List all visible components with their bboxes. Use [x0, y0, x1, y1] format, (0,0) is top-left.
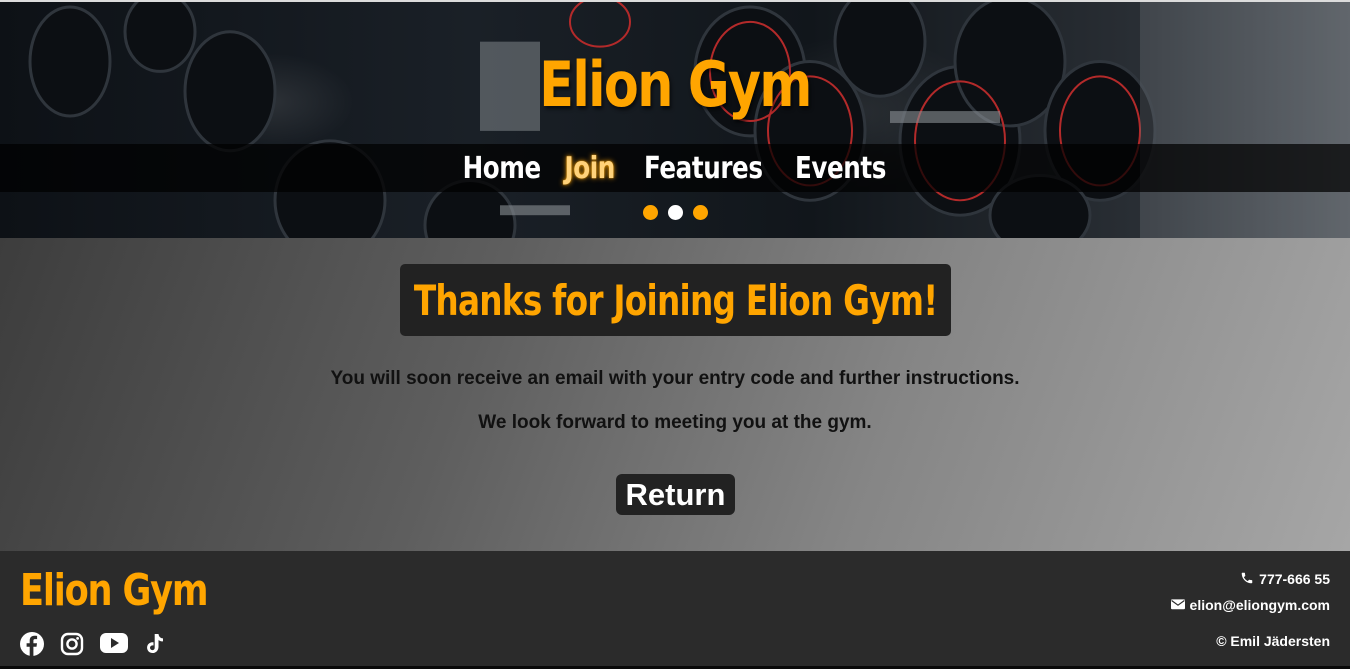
carousel-dot-3[interactable] — [692, 205, 708, 220]
nav-link-features[interactable]: Features — [644, 151, 763, 186]
hero-banner: Elion Gym Home Join Features Events — [0, 0, 1350, 238]
youtube-icon[interactable] — [100, 632, 128, 656]
main-navigation: Home Join Features Events — [0, 144, 1350, 192]
phone-icon — [1240, 571, 1254, 588]
site-footer: Elion Gym 777-666 55 elion@eliongym.com … — [0, 551, 1350, 669]
thank-you-section: Thanks for Joining Elion Gym! You will s… — [0, 238, 1350, 551]
page-heading: Thanks for Joining Elion Gym! — [413, 275, 938, 325]
email-address[interactable]: elion@eliongym.com — [1190, 597, 1330, 613]
nav-link-home[interactable]: Home — [462, 151, 541, 186]
nav-link-join[interactable]: Join — [565, 151, 616, 186]
greeting-text: We look forward to meeting you at the gy… — [478, 412, 872, 433]
carousel-indicators — [0, 205, 1350, 220]
phone-row: 777-666 55 — [1171, 571, 1330, 587]
nav-link-events[interactable]: Events — [795, 151, 886, 186]
envelope-icon — [1170, 597, 1185, 613]
email-row: elion@eliongym.com — [1170, 597, 1330, 613]
social-links — [20, 632, 168, 656]
heading-panel: Thanks for Joining Elion Gym! — [400, 264, 951, 336]
instagram-icon[interactable] — [60, 632, 86, 656]
carousel-dot-2[interactable] — [667, 205, 683, 220]
facebook-icon[interactable] — [20, 632, 46, 656]
return-button[interactable]: Return — [616, 474, 735, 515]
tiktok-icon[interactable] — [142, 632, 168, 656]
site-title: Elion Gym — [539, 48, 812, 121]
footer-logo: Elion Gym — [20, 565, 209, 616]
carousel-dot-1[interactable] — [642, 205, 658, 220]
contact-info: 777-666 55 elion@eliongym.com — [1170, 571, 1330, 613]
phone-number[interactable]: 777-666 55 — [1259, 571, 1330, 587]
copyright-text: © Emil Jädersten — [1216, 633, 1330, 649]
email-notice-text: You will soon receive an email with your… — [330, 368, 1020, 389]
